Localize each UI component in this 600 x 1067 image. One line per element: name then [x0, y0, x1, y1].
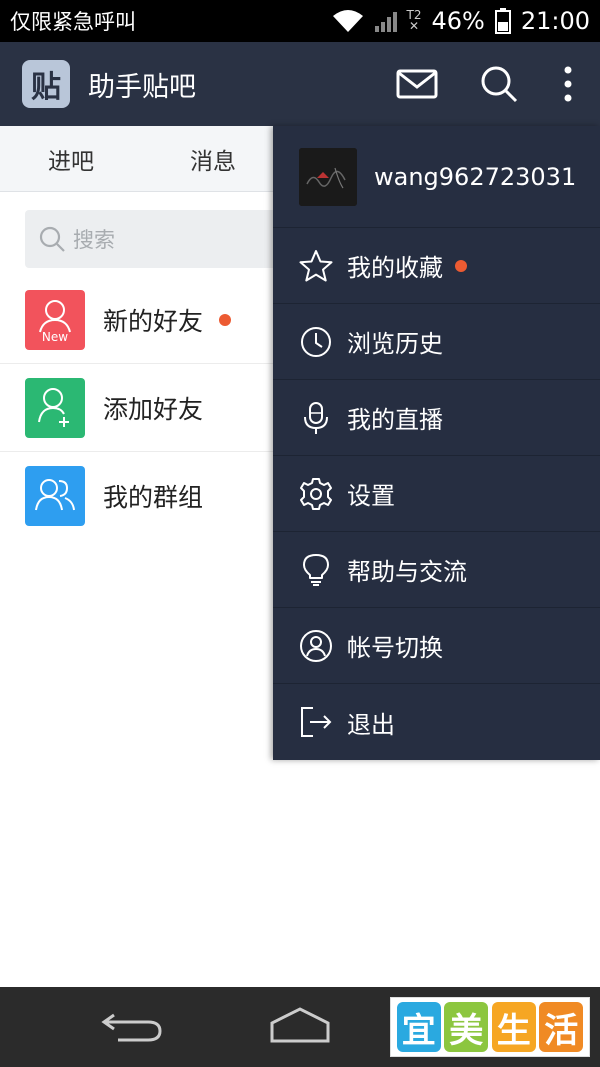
- username: wang962723031: [374, 162, 577, 191]
- side-drawer: wang962723031 我的收藏 浏览历史 我的直播 设置 帮助与交流 帐号…: [273, 126, 600, 760]
- lightbulb-icon: [299, 553, 333, 587]
- battery-percent: 46%: [431, 7, 485, 35]
- search-icon: [39, 226, 65, 252]
- watermark-char: 美: [444, 1002, 489, 1052]
- list-item-my-groups[interactable]: 我的群组: [0, 452, 273, 540]
- account-switch-icon: [299, 629, 333, 663]
- menu-label: 帮助与交流: [347, 558, 467, 586]
- new-badge-text: New: [41, 329, 69, 344]
- profile-row[interactable]: wang962723031: [273, 126, 600, 228]
- status-bar: 仅限紧急呼叫 T2 ✕ 46% 21:00: [0, 0, 600, 42]
- new-friend-icon: New: [25, 289, 85, 350]
- back-icon[interactable]: [100, 1009, 166, 1045]
- menu-item-help[interactable]: 帮助与交流: [273, 532, 600, 608]
- home-icon[interactable]: [268, 1005, 332, 1045]
- add-friend-icon: [25, 377, 85, 438]
- avatar: [299, 147, 357, 206]
- menu-label: 我的收藏: [347, 254, 443, 282]
- menu-label: 我的直播: [347, 406, 443, 434]
- watermark-char: 活: [539, 1002, 584, 1052]
- friend-list: New 新的好友 添加好友 我的群组: [0, 276, 273, 540]
- list-item-label: 添加好友: [103, 394, 204, 424]
- list-item-label: 新的好友: [103, 306, 204, 336]
- clock-icon: [299, 325, 333, 359]
- menu-item-live[interactable]: 我的直播: [273, 380, 600, 456]
- clock-time: 21:00: [520, 7, 590, 35]
- list-item-label: 我的群组: [103, 483, 204, 512]
- menu-item-switch-account[interactable]: 帐号切换: [273, 608, 600, 684]
- tab-bar: 进吧 消息: [0, 126, 273, 192]
- left-pane: 进吧 消息 搜索 New 新的好友 添加好友 我的群组: [0, 126, 285, 987]
- menu-label: 帐号切换: [347, 634, 443, 662]
- watermark-char: 生: [491, 1002, 536, 1052]
- menu-item-favorites[interactable]: 我的收藏: [273, 228, 600, 304]
- unread-dot: [455, 259, 467, 272]
- watermark-logo: 宜 美 生 活: [390, 997, 590, 1057]
- mail-icon[interactable]: [394, 61, 440, 107]
- menu-label: 浏览历史: [347, 330, 443, 358]
- app-logo[interactable]: 贴: [22, 60, 70, 108]
- tab-jinba[interactable]: 进吧: [48, 142, 94, 176]
- header-actions: [394, 61, 578, 107]
- watermark-char: 宜: [396, 1002, 441, 1052]
- app-title: 助手贴吧: [88, 71, 196, 103]
- menu-label: 退出: [347, 710, 395, 739]
- search-icon[interactable]: [476, 61, 522, 107]
- sim-label: T2: [406, 8, 422, 22]
- list-item-new-friend[interactable]: New 新的好友: [0, 276, 273, 364]
- sim-icon: T2 ✕: [406, 8, 422, 33]
- gear-icon: [299, 477, 333, 511]
- signal-icon: [374, 10, 397, 32]
- list-item-add-friend[interactable]: 添加好友: [0, 364, 273, 452]
- star-icon: [299, 249, 333, 283]
- battery-icon: [494, 8, 511, 34]
- menu-item-history[interactable]: 浏览历史: [273, 304, 600, 380]
- system-nav-bar: 宜 美 生 活: [0, 987, 600, 1067]
- menu-item-settings[interactable]: 设置: [273, 456, 600, 532]
- search-input[interactable]: 搜索: [25, 210, 285, 268]
- status-icons: T2 ✕ 46% 21:00: [331, 7, 590, 35]
- menu-label: 设置: [347, 482, 395, 510]
- wifi-icon: [331, 8, 365, 34]
- microphone-icon: [299, 401, 333, 435]
- app-header: 贴 助手贴吧: [0, 42, 600, 126]
- group-icon: [25, 466, 85, 526]
- search-placeholder: 搜索: [73, 228, 115, 252]
- logout-icon: [299, 705, 333, 739]
- tab-messages[interactable]: 消息: [190, 142, 236, 176]
- more-options-icon[interactable]: [558, 61, 578, 107]
- unread-dot: [219, 313, 232, 326]
- menu-item-logout[interactable]: 退出: [273, 684, 600, 760]
- carrier-text: 仅限紧急呼叫: [10, 10, 136, 34]
